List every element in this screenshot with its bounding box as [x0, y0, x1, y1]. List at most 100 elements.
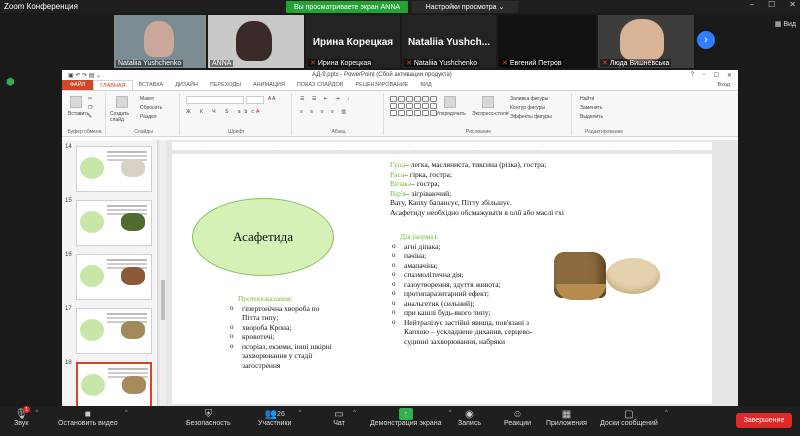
virya-line: Вір'я– зігріваючий; — [390, 188, 452, 198]
participant-tile[interactable]: ✕ Люда Вишневська — [598, 15, 694, 68]
list-buttons[interactable]: ☰ ☰ ⇤ ⇥ ↕ — [300, 96, 352, 102]
maximize-button[interactable]: ☐ — [768, 0, 775, 9]
next-participants-button[interactable]: › — [697, 31, 715, 49]
tab-transitions[interactable]: ПЕРЕХОДЫ — [204, 80, 247, 90]
participant-name: ✕ Люда Вишневська — [600, 59, 672, 67]
mic-muted-icon: ✕ — [502, 60, 508, 67]
ribbon-group-drawing: Упорядочить Экспресс-стили Заливка фигур… — [386, 93, 572, 135]
help-icon[interactable]: ? — [691, 72, 694, 79]
tab-insert[interactable]: ВСТАВКА — [133, 80, 170, 90]
group-label: Абзац — [331, 129, 346, 135]
apps-button[interactable]: ▦ Приложения — [546, 408, 587, 434]
whiteboard-button[interactable]: ▢ Доски сообщений ^ — [600, 408, 668, 434]
quick-styles-button[interactable]: Экспресс-стили — [472, 111, 509, 117]
paste-icon[interactable] — [70, 96, 82, 108]
chevron-up-icon[interactable]: ^ — [299, 410, 302, 416]
shapes-gallery[interactable] — [390, 96, 437, 116]
participant-tile[interactable]: ANNA — [208, 15, 304, 68]
slide-thumbnail[interactable] — [76, 200, 152, 246]
list-item: гіпертонічна хвороба по Пітта типу; — [228, 304, 338, 323]
font-format-buttons[interactable]: Ж К Ч S abc — [186, 109, 258, 115]
new-slide-icon[interactable] — [116, 96, 128, 108]
asafoetida-image[interactable] — [554, 248, 660, 308]
section-button[interactable]: Раздел — [140, 114, 157, 120]
title-ellipse[interactable]: Асафетида — [192, 198, 334, 276]
quick-styles-icon[interactable] — [482, 96, 494, 108]
chevron-right-icon: › — [704, 34, 708, 46]
slide-thumbnail[interactable] — [76, 146, 152, 192]
tab-view[interactable]: ВИД — [414, 80, 437, 90]
tab-slideshow[interactable]: ПОКАЗ СЛАЙДОВ — [291, 80, 350, 90]
chevron-up-icon[interactable]: ^ — [36, 410, 39, 416]
chevron-up-icon[interactable]: ^ — [353, 410, 356, 416]
chevron-up-icon[interactable]: ^ — [449, 410, 452, 416]
participant-video — [620, 19, 664, 61]
tab-design[interactable]: ДИЗАЙН — [169, 80, 204, 90]
reset-button[interactable]: Сбросить — [140, 105, 162, 111]
view-button[interactable]: ▦ Вид — [775, 20, 796, 28]
participant-tile[interactable]: ✕ Евгений Петров — [498, 15, 596, 68]
copy-icon[interactable]: ❐ — [88, 105, 92, 111]
scroll-thumb[interactable] — [161, 280, 165, 320]
participant-tile[interactable]: Ирина Корецкая ✕ Ирина Корецкая — [306, 15, 400, 68]
find-button[interactable]: Найти — [580, 96, 594, 102]
chevron-up-icon[interactable]: ^ — [665, 410, 668, 416]
tab-home[interactable]: ГЛАВНАЯ — [93, 80, 133, 90]
font-grow-icon[interactable]: A A — [268, 96, 276, 102]
record-button[interactable]: ◉ Запись — [458, 408, 481, 434]
close-icon[interactable]: ✕ — [727, 72, 732, 79]
font-family-select[interactable] — [186, 96, 244, 104]
replace-button[interactable]: Заменить — [580, 105, 602, 111]
reactions-button[interactable]: ☺ Реакции — [504, 408, 531, 434]
font-size-select[interactable] — [246, 96, 264, 104]
new-slide-button[interactable]: Создать слайд — [110, 111, 136, 123]
view-options-dropdown[interactable]: Настройки просмотра ⌄ — [412, 1, 518, 13]
contra-list: гіпертонічна хвороба по Пітта типу; хвор… — [228, 304, 338, 371]
chat-button[interactable]: ▭ Чат ^ — [332, 408, 356, 434]
tab-file[interactable]: ФАЙЛ — [62, 80, 94, 90]
align-buttons[interactable]: ≡ ≡ ≡ ≡ ▥ — [300, 109, 349, 115]
security-button[interactable]: ⛨ Безопасность — [186, 408, 231, 434]
participant-tile[interactable]: Nataliia Yushchenko — [114, 15, 206, 68]
shape-outline-button[interactable]: Контур фигуры — [510, 105, 545, 111]
slide-thumbnail[interactable] — [76, 254, 152, 300]
login-link[interactable]: Вход — [718, 80, 738, 90]
slide-thumbnail-selected[interactable] — [76, 362, 152, 408]
shape-fill-button[interactable]: Заливка фигуры — [510, 96, 548, 102]
screen-share-banner: Вы просматриваете экран ANNA — [286, 1, 408, 13]
layout-button[interactable]: Макет — [140, 96, 154, 102]
paste-button[interactable]: Вставить — [68, 111, 89, 117]
contraindications-textbox[interactable]: Протипоказання: гіпертонічна хвороба по … — [228, 294, 338, 370]
actions-textbox[interactable]: Дія (корма): агні діпака; пачіна; амапач… — [390, 232, 540, 346]
tab-review[interactable]: РЕЦЕНЗИРОВАНИЕ — [349, 80, 414, 90]
end-meeting-button[interactable]: Завершение — [736, 413, 792, 428]
arrange-icon[interactable] — [444, 96, 456, 108]
chevron-up-icon[interactable]: ^ — [125, 410, 128, 416]
ppt-quick-access[interactable]: ▣ ↶ ↷ ▤ ⌄ — [68, 72, 101, 79]
arrange-button[interactable]: Упорядочить — [436, 111, 466, 117]
list-item: агні діпака; — [390, 242, 540, 252]
slide-thumbnails-pane: 14 15 16 17 18 — [62, 140, 158, 408]
close-button[interactable]: ✕ — [789, 0, 796, 9]
restore-icon[interactable]: ☐ — [714, 72, 719, 79]
tab-animation[interactable]: АНИМАЦИЯ — [247, 80, 291, 90]
slide-thumbnail[interactable] — [76, 308, 152, 354]
slide-canvas[interactable]: Асафетида Гуна– легка, масляниста, тикси… — [172, 154, 712, 404]
minimize-button[interactable]: − — [749, 0, 754, 9]
font-color-icon[interactable]: A — [256, 109, 259, 115]
properties-textbox[interactable]: Гуна– легка, масляниста, тиксина (різка)… — [390, 160, 590, 217]
shape-effects-button[interactable]: Эффекты фигуры — [510, 114, 552, 120]
share-label: Демонстрация экрана — [370, 420, 442, 427]
reactions-label: Реакции — [504, 420, 532, 427]
thumbnail-scrollbar[interactable] — [160, 140, 166, 406]
format-painter-icon[interactable]: ✎ — [88, 114, 92, 120]
select-button[interactable]: Выделить — [580, 114, 603, 120]
video-button[interactable]: ■ Остановить видео ^ — [58, 408, 128, 434]
participants-button[interactable]: 👥 26 Участники ^ — [258, 408, 301, 434]
minimize-icon[interactable]: − — [702, 72, 706, 79]
cut-icon[interactable]: ✂ — [88, 96, 92, 102]
audio-button[interactable]: 🎙 1 Звук ^ — [14, 406, 38, 434]
share-screen-button[interactable]: ↑ Демонстрация экрана ^ — [370, 408, 452, 434]
participant-tile[interactable]: Nataliia Yushch... ✕ Nataliia Yushchenko — [402, 15, 496, 68]
list-item: псоріаз, екземи, інші шкірні захворюванн… — [228, 342, 338, 371]
